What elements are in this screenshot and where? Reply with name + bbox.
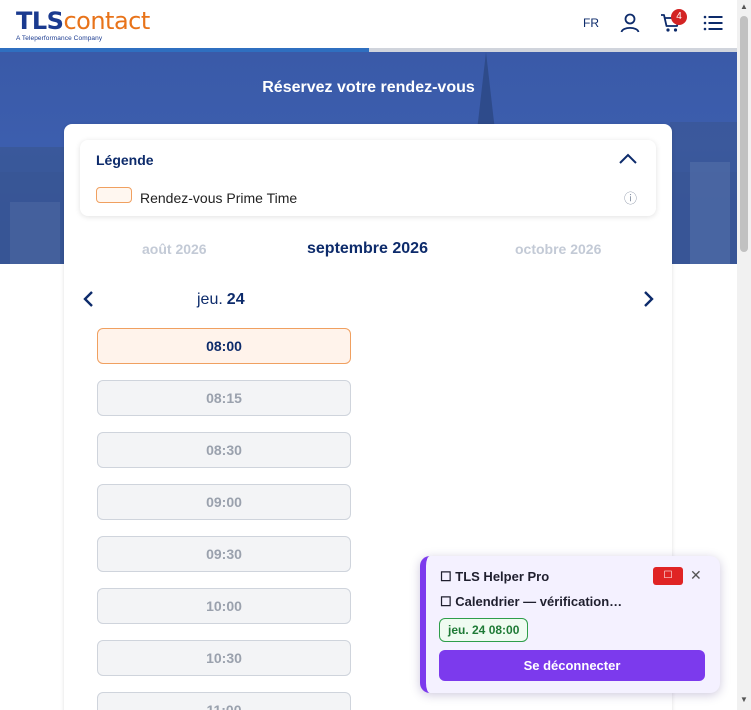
prime-time-swatch (96, 187, 132, 203)
stop-button[interactable]: ☐ (653, 567, 683, 585)
time-slot-button[interactable]: 09:30 (97, 536, 351, 572)
selected-day-label: jeu. 24 (197, 291, 245, 309)
tls-logo[interactable]: TLScontact A Teleperformance Company (16, 8, 150, 42)
scroll-down-arrow[interactable]: ▼ (740, 695, 748, 705)
month-tab-current[interactable]: septembre 2026 (307, 240, 428, 258)
logout-button[interactable]: Se déconnecter (439, 650, 705, 681)
scroll-up-arrow[interactable]: ▲ (740, 2, 748, 12)
legend-title: Légende (96, 152, 154, 168)
time-slot-button[interactable]: 11:00 (97, 692, 351, 710)
menu-list-icon[interactable] (702, 12, 724, 34)
close-icon[interactable]: ✕ (690, 567, 702, 584)
legend-item-label: Rendez-vous Prime Time (140, 190, 298, 206)
slot-found-badge: jeu. 24 08:00 (439, 618, 529, 642)
info-icon[interactable]: ⓘ (624, 188, 637, 207)
top-header: TLScontact A Teleperformance Company FR … (0, 0, 737, 48)
logo-tls-text: TLS (16, 7, 64, 35)
helper-title: ☐ TLS Helper Pro (440, 569, 550, 584)
helper-status-text: ☐ Calendrier — vérification… (440, 594, 623, 609)
language-selector[interactable]: FR (583, 16, 599, 30)
helper-widget: ☐ TLS Helper Pro ☐ ✕ ☐ Calendrier — véri… (420, 556, 720, 693)
chevron-left-icon[interactable] (82, 290, 96, 308)
time-slot-button[interactable]: 08:00 (97, 328, 351, 364)
month-tab-next[interactable]: octobre 2026 (515, 241, 601, 257)
day-date: 24 (226, 291, 245, 308)
scrollbar-thumb[interactable] (740, 16, 748, 252)
month-tab-previous[interactable]: août 2026 (142, 241, 207, 257)
cart-count-badge: 4 (671, 9, 687, 25)
user-icon[interactable] (619, 12, 641, 34)
page-title: Réservez votre rendez-vous (262, 79, 475, 96)
time-slot-button[interactable]: 08:15 (97, 380, 351, 416)
chevron-right-icon[interactable] (641, 290, 655, 308)
time-slot-button[interactable]: 10:30 (97, 640, 351, 676)
chevron-up-icon[interactable] (618, 152, 638, 166)
day-weekday: jeu. (197, 291, 223, 308)
time-slot-button[interactable]: 10:00 (97, 588, 351, 624)
legend-panel: Légende Rendez-vous Prime Time ⓘ (80, 140, 656, 216)
time-slot-button[interactable]: 08:30 (97, 432, 351, 468)
time-slot-button[interactable]: 09:00 (97, 484, 351, 520)
logo-contact-text: contact (63, 7, 150, 35)
logo-subtitle: A Teleperformance Company (16, 35, 103, 42)
